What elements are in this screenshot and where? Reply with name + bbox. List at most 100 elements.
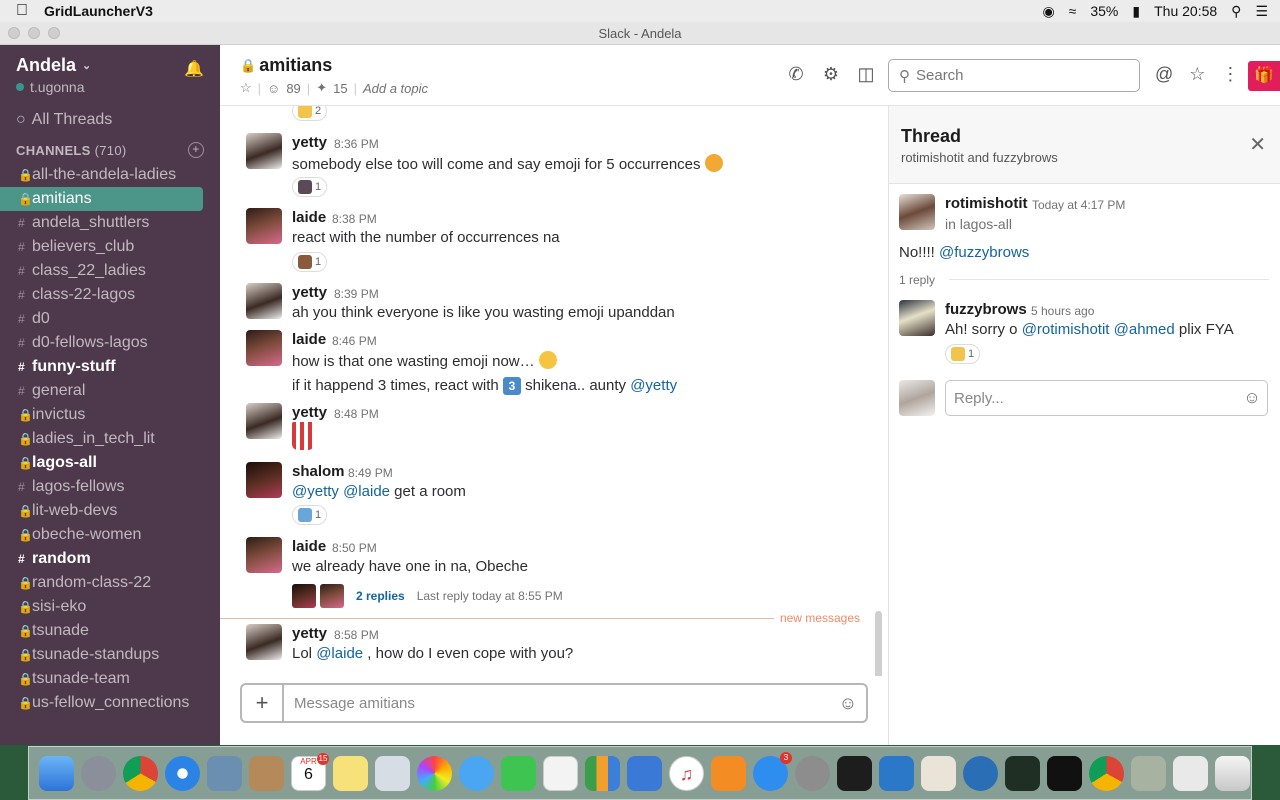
avatar[interactable]: [246, 537, 282, 573]
calendar-icon[interactable]: APR 6 15: [291, 752, 329, 791]
numbers-icon[interactable]: [585, 755, 620, 791]
user-status[interactable]: t.ugonna: [16, 79, 204, 95]
textedit-icon[interactable]: [543, 755, 578, 791]
emoji-picker-icon[interactable]: ☺: [1237, 388, 1267, 408]
message-author[interactable]: yetty: [292, 134, 327, 151]
replies-link[interactable]: 2 replies: [356, 589, 405, 603]
menubar-app-name[interactable]: GridLauncherV3: [44, 3, 153, 19]
add-channel-icon[interactable]: +: [188, 142, 204, 158]
sidebar-channel-class-22-ladies[interactable]: # class_22_ladies: [0, 259, 203, 283]
thread-reply-author[interactable]: fuzzybrows: [945, 301, 1027, 318]
avatar[interactable]: [246, 283, 282, 319]
finder-icon[interactable]: [39, 755, 74, 791]
avatar[interactable]: [246, 330, 282, 366]
gift-icon[interactable]: 🎁: [1248, 61, 1280, 91]
thread-reply-input[interactable]: Reply... ☺: [945, 380, 1268, 416]
user-mention[interactable]: @ahmed: [1114, 321, 1175, 338]
user-mention[interactable]: @rotimishotit: [1022, 321, 1110, 338]
phone-icon[interactable]: ✆: [786, 64, 806, 85]
sidebar-channel-class-22-lagos[interactable]: # class-22-lagos: [0, 283, 203, 307]
sidebar-toggle-icon[interactable]: ◫: [856, 64, 876, 85]
zoom-window-button[interactable]: [48, 27, 60, 39]
channel-title[interactable]: 🔒 amitians: [240, 55, 332, 76]
reaction-pill[interactable]: 1: [292, 177, 328, 197]
installer-icon[interactable]: [1131, 755, 1166, 791]
sidebar-channel-ladies-in-tech-lit[interactable]: 🔒 ladies_in_tech_lit: [0, 427, 203, 451]
downloads-stack-icon[interactable]: [1173, 755, 1208, 791]
user-mention[interactable]: @laide: [316, 645, 363, 662]
pin-icon[interactable]: ✦: [316, 80, 327, 96]
members-icon[interactable]: ☺: [267, 81, 280, 96]
spotlight-icon[interactable]: ⚲: [1231, 3, 1241, 20]
avatar[interactable]: [246, 403, 282, 439]
message-time[interactable]: 8:46 PM: [332, 334, 377, 348]
starred-icon[interactable]: ☆: [1189, 64, 1205, 85]
sidebar-channel-tsunade[interactable]: 🔒 tsunade: [0, 619, 203, 643]
iterm-icon[interactable]: [1047, 755, 1082, 791]
facetime-icon[interactable]: [501, 755, 536, 791]
minimize-window-button[interactable]: [28, 27, 40, 39]
sidebar-channel-funny-stuff[interactable]: # funny-stuff: [0, 355, 203, 379]
sidebar-channel-sisi-eko[interactable]: 🔒 sisi-eko: [0, 595, 203, 619]
trash-icon[interactable]: [1215, 755, 1250, 791]
ibooks-icon[interactable]: [711, 755, 746, 791]
message-author[interactable]: yetty: [292, 284, 327, 301]
user-mention[interactable]: @yetty: [630, 377, 677, 394]
avatar[interactable]: [246, 133, 282, 169]
thread-parent-channel[interactable]: in lagos-all: [945, 216, 1012, 232]
user-mention[interactable]: @laide: [343, 483, 390, 500]
itunes-icon[interactable]: ♫: [669, 755, 704, 791]
sidebar-channel-random[interactable]: # random: [0, 547, 203, 571]
messages-icon[interactable]: [459, 755, 494, 791]
sidebar-channel-lagos-all[interactable]: 🔒 lagos-all: [0, 451, 203, 475]
battery-icon[interactable]: ▮: [1132, 3, 1140, 20]
sidebar-channel-andela-shuttlers[interactable]: # andela_shuttlers: [0, 211, 203, 235]
apple-icon[interactable]: : [0, 2, 44, 20]
reaction-pill[interactable]: 1: [292, 252, 328, 272]
sidebar-channel-general[interactable]: # general: [0, 379, 203, 403]
user-mention[interactable]: @fuzzybrows: [939, 244, 1029, 261]
avatar[interactable]: [899, 300, 935, 336]
message-scrollbar[interactable]: [875, 611, 882, 676]
sidebar-channel-invictus[interactable]: 🔒 invictus: [0, 403, 203, 427]
close-window-button[interactable]: [8, 27, 20, 39]
message-time[interactable]: 8:58 PM: [334, 628, 379, 642]
vscode-icon[interactable]: [879, 755, 914, 791]
sidebar-channel-d0-fellows-lagos[interactable]: # d0-fellows-lagos: [0, 331, 203, 355]
more-icon[interactable]: ⋮: [1221, 64, 1239, 85]
bell-icon[interactable]: 🔔: [184, 59, 204, 79]
search-input[interactable]: ⚲ Search: [888, 59, 1140, 92]
message-input[interactable]: Message amitians: [284, 695, 830, 712]
system-preferences-icon[interactable]: [795, 755, 830, 791]
avatar[interactable]: [246, 208, 282, 244]
clock[interactable]: Thu 20:58: [1154, 3, 1217, 19]
wifi-icon[interactable]: ≈: [1069, 3, 1077, 19]
thread-parent-author[interactable]: rotimishotit: [945, 195, 1028, 212]
evernote-icon[interactable]: ◉: [1042, 3, 1054, 20]
close-icon[interactable]: ✕: [1249, 132, 1266, 157]
mentions-icon[interactable]: @: [1155, 64, 1173, 85]
safari-icon[interactable]: [165, 755, 200, 791]
sidebar-channel-tsunade-standups[interactable]: 🔒 tsunade-standups: [0, 643, 203, 667]
sidebar-channel-d0[interactable]: # d0: [0, 307, 203, 331]
message-author[interactable]: laide: [292, 209, 326, 226]
message-time[interactable]: 8:49 PM: [348, 466, 393, 480]
mysql-workbench-icon[interactable]: [963, 755, 998, 791]
thread-replies-summary[interactable]: 2 replies Last reply today at 8:55 PM: [292, 584, 563, 608]
message-time[interactable]: 8:36 PM: [334, 137, 379, 151]
slack-icon[interactable]: [921, 755, 956, 791]
sidebar-channel-amitians[interactable]: 🔒 amitians: [0, 187, 203, 211]
thread-reply-time[interactable]: 5 hours ago: [1031, 304, 1094, 318]
star-icon[interactable]: ☆: [240, 80, 252, 96]
terminal-icon[interactable]: [837, 755, 872, 791]
reaction-pill[interactable]: 1: [292, 505, 328, 525]
all-threads-link[interactable]: ○ All Threads: [0, 109, 220, 131]
gear-icon[interactable]: ⚙: [821, 64, 841, 85]
contacts-icon[interactable]: [249, 755, 284, 791]
message-time[interactable]: 8:39 PM: [334, 287, 379, 301]
chrome-canary-icon[interactable]: [1089, 755, 1124, 791]
sidebar-channel-lit-web-devs[interactable]: 🔒 lit-web-devs: [0, 499, 203, 523]
pinned-count[interactable]: 15: [333, 81, 347, 96]
team-name[interactable]: Andela ⌄: [16, 55, 204, 76]
sidebar-channel-lagos-fellows[interactable]: # lagos-fellows: [0, 475, 203, 499]
